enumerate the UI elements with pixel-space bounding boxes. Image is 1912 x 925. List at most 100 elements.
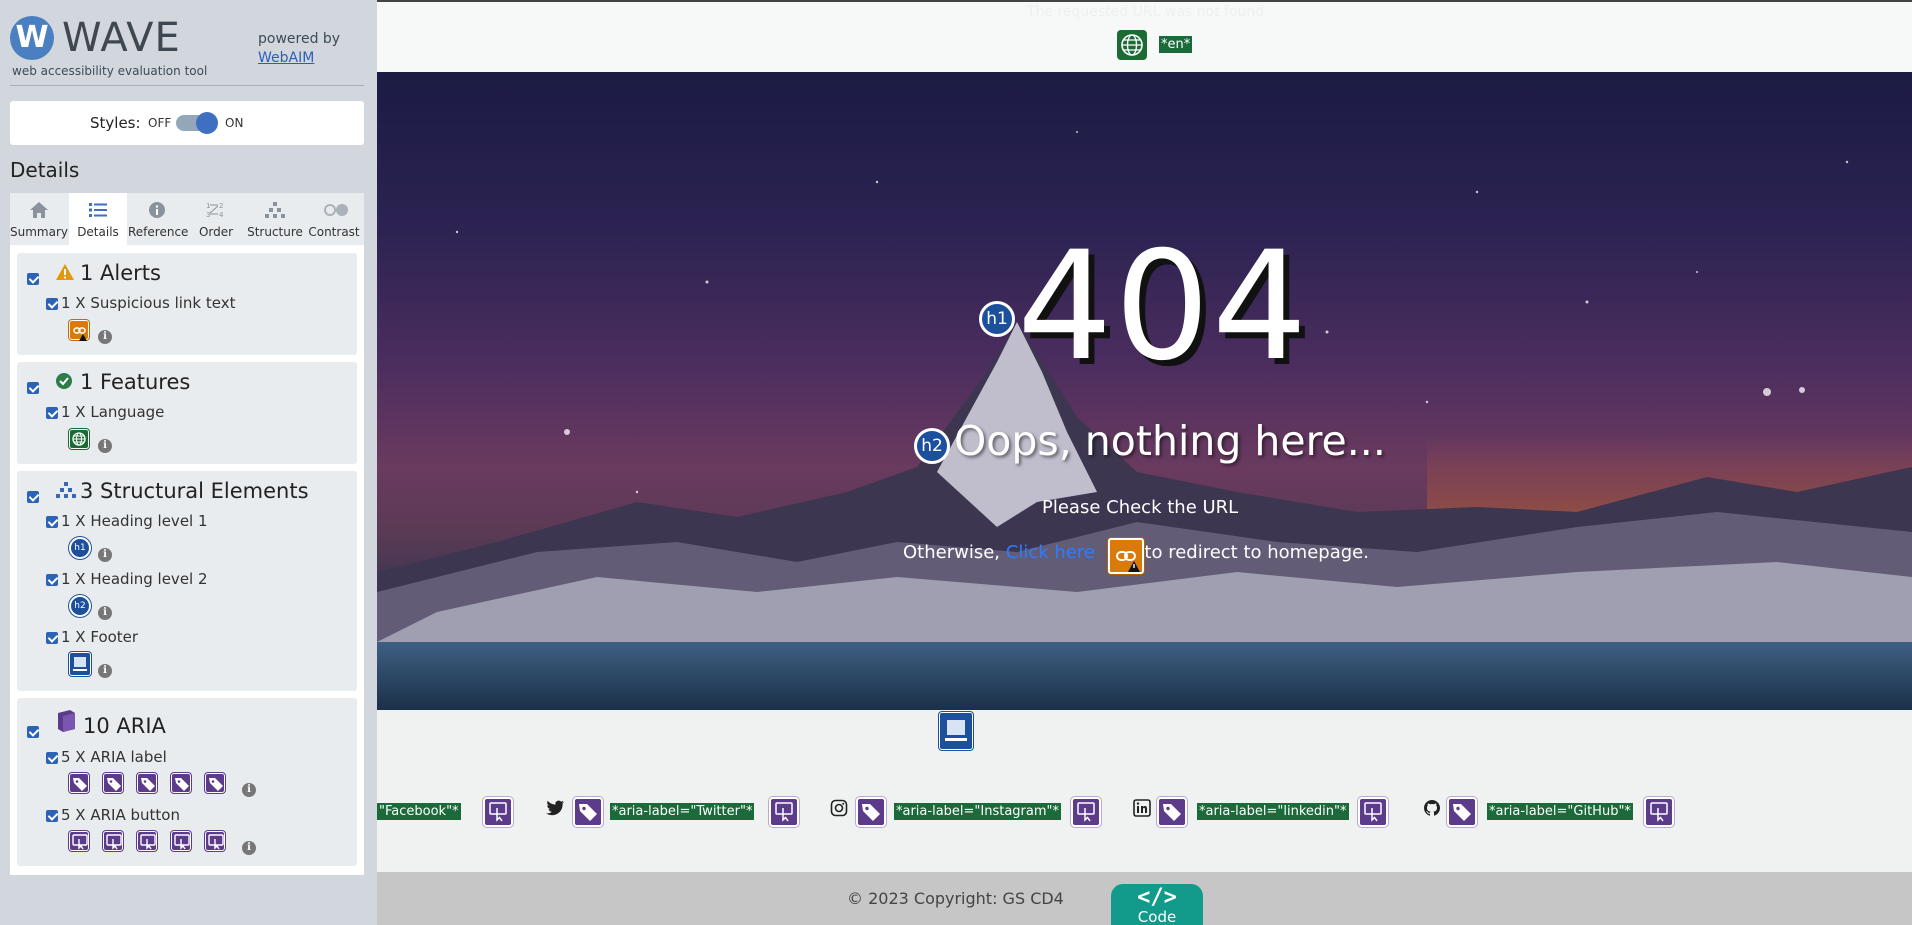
wave-tabs: Summary Details Reference 1 2 3 4 Order Str… [10,193,364,245]
topbar-faint-text: The requested URL was not found [1027,4,1265,20]
linkedin-icon[interactable] [1133,799,1151,822]
styles-off-label: OFF [148,116,172,130]
code-icon: </> [1137,885,1177,910]
heading1-checkbox[interactable] [46,516,58,528]
wave-logo-icon: W [10,16,54,60]
code-label: Code [1137,908,1177,925]
features-title: 1 Features [80,370,191,394]
aria-button-badge-icon[interactable] [483,797,513,827]
language-globe-icon[interactable] [1117,30,1147,60]
webaim-link[interactable]: WebAIM [258,50,314,66]
home-icon [28,201,50,221]
aria-label-badge-icon[interactable] [1157,797,1187,827]
aria-button-badge-icon[interactable] [1071,797,1101,827]
group-aria: 10 ARIA 5 X ARIA label i 5 X ARIA button… [17,698,357,866]
code-button[interactable]: </> Code [1111,884,1203,925]
aria-button-badge-icon[interactable] [769,797,799,827]
twitter-icon[interactable] [545,799,565,822]
aria-label-icon[interactable] [205,773,225,793]
aria-label-badge-icon[interactable] [1447,797,1477,827]
aria-cube-icon [55,709,77,733]
styles-on-label: ON [225,116,244,130]
aria-button-icon[interactable] [103,831,123,851]
info-icon[interactable]: i [242,783,256,797]
suspicious-link-badge[interactable] [1108,538,1144,574]
aria-label-icon[interactable] [171,773,191,793]
footer-icon[interactable] [69,652,91,676]
alerts-checkbox[interactable] [27,273,39,285]
h2-badge[interactable]: h2 [914,428,950,464]
lang-tag: *en* [1159,36,1193,53]
github-icon[interactable] [1423,799,1441,822]
redirect-suffix: to redirect to homepage. [1144,542,1369,563]
aria-label-icon[interactable] [103,773,123,793]
info-icon [146,201,168,221]
group-structural: 3 Structural Elements 1 X Heading level … [17,471,357,691]
styles-toggle-box: Styles: OFF ON [10,101,364,145]
aria-button-badge-icon[interactable] [1644,797,1674,827]
heading2-checkbox[interactable] [46,574,58,586]
tab-contrast[interactable]: Contrast [305,193,363,245]
tab-label: Details [77,225,119,239]
heading1-label: 1 X Heading level 1 [61,512,208,530]
toggle-knob[interactable] [196,112,218,134]
tab-label: Contrast [308,225,360,239]
aria-button-badge-icon[interactable] [1358,797,1388,827]
info-icon[interactable]: i [98,664,112,678]
aria-button-checkbox[interactable] [46,810,58,822]
structure-icon [264,201,286,221]
check-circle-icon [55,372,73,390]
click-here-link[interactable]: Click here [1006,542,1095,563]
instagram-icon[interactable] [830,799,848,822]
h2-icon[interactable]: h2 [69,595,91,617]
styles-toggle[interactable] [176,112,218,134]
tab-label: Reference [128,225,189,239]
aria-label-instagram-tag: *aria-label="Instagram"* [894,803,1062,820]
aria-button-icon[interactable] [137,831,157,851]
tab-order[interactable]: 1 2 3 4 Order [187,193,245,245]
suspicious-link-checkbox[interactable] [46,298,58,310]
features-checkbox[interactable] [27,382,39,394]
h1-icon[interactable]: h1 [69,537,91,559]
structural-checkbox[interactable] [27,491,39,503]
aria-label-icon[interactable] [69,773,89,793]
globe-icon[interactable] [69,429,89,449]
group-alerts: 1 Alerts 1 X Suspicious link text i [17,253,357,355]
tab-summary[interactable]: Summary [10,193,68,245]
aria-button-label: 5 X ARIA button [61,806,180,824]
h1-badge[interactable]: h1 [979,301,1015,337]
tab-reference[interactable]: Reference [128,193,189,245]
aria-label-checkbox[interactable] [46,752,58,764]
aria-checkbox[interactable] [27,726,39,738]
language-checkbox[interactable] [46,407,58,419]
footer-badge-icon[interactable] [939,712,973,750]
aria-label-github-tag: *aria-label="GitHub"* [1487,803,1633,820]
info-icon[interactable]: i [98,606,112,620]
info-icon[interactable]: i [98,439,112,453]
wave-brand: W WAVE web accessibility evaluation tool… [10,16,364,86]
aria-button-icon[interactable] [69,831,89,851]
tab-details[interactable]: Details [69,193,127,245]
aria-label-facebook-tag: "Facebook"* [377,803,461,820]
footer-area: "Facebook"* *aria-label="Twitter"* *aria… [377,710,1912,872]
footer-checkbox[interactable] [46,632,58,644]
info-icon[interactable]: i [98,548,112,562]
footer-label: 1 X Footer [61,628,139,646]
aria-label-badge-icon[interactable] [856,797,886,827]
aria-label-icon[interactable] [137,773,157,793]
aria-button-icon[interactable] [171,831,191,851]
tab-label: Structure [247,225,303,239]
aria-label-badge-icon[interactable] [573,797,603,827]
copyright-bar: © 2023 Copyright: GS CD4 </> Code [377,872,1912,925]
aria-button-icon[interactable] [205,831,225,851]
details-heading: Details [10,158,80,182]
info-icon[interactable]: i [242,841,256,855]
redirect-prefix: Otherwise, [903,542,1001,563]
styles-label: Styles: [90,114,141,132]
tab-structure[interactable]: Structure [246,193,304,245]
powered-by: powered by WebAIM [258,30,340,68]
suspicious-link-icon[interactable] [69,320,89,341]
info-icon[interactable]: i [98,330,112,344]
details-panel: 1 Alerts 1 X Suspicious link text i 1 Fe… [10,245,364,875]
aria-label-twitter-tag: *aria-label="Twitter"* [610,803,755,820]
